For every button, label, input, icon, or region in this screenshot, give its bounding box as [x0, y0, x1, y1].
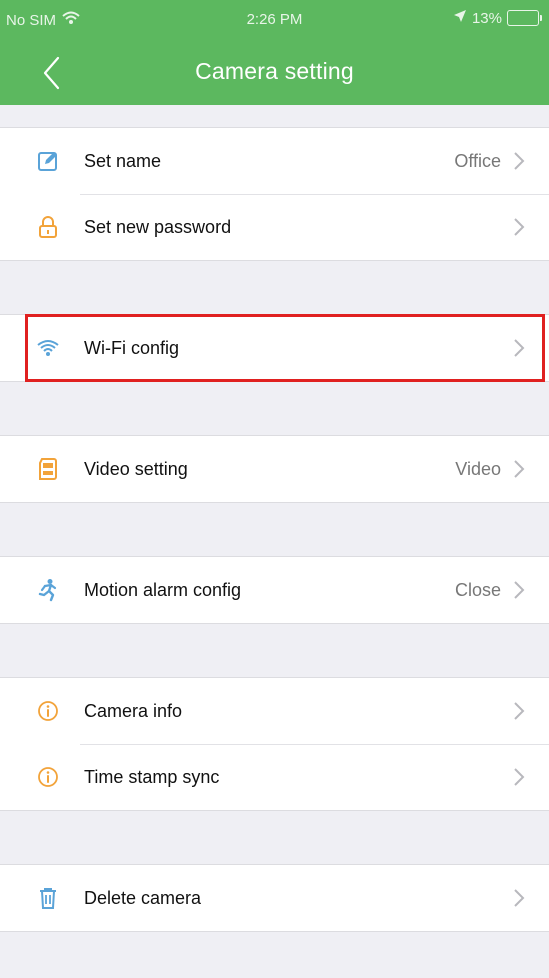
delete-camera-label: Delete camera [84, 887, 202, 908]
motion-alarm-config-value: Close [454, 579, 501, 600]
section-network: Wi-Fi config [0, 314, 549, 382]
page-title: Camera setting [195, 58, 354, 84]
info-icon [34, 697, 62, 725]
set-new-password-label: Set new password [84, 216, 232, 237]
time-stamp-sync-row[interactable]: Time stamp sync [0, 744, 549, 810]
info-icon [34, 763, 62, 791]
set-new-password-row[interactable]: Set new password [0, 194, 549, 260]
edit-icon [34, 147, 62, 175]
battery-icon [507, 10, 542, 26]
delete-camera-row[interactable]: Delete camera [0, 865, 549, 931]
battery-percentage: 13% [471, 9, 502, 27]
chevron-right-icon [514, 768, 525, 786]
section-separator [0, 382, 549, 435]
section-separator [0, 811, 549, 864]
wifi-config-label: Wi-Fi config [84, 337, 180, 358]
status-right: 13% [453, 9, 542, 27]
video-setting-value: Video [455, 458, 501, 479]
section-info: Camera info Time stamp sync [0, 677, 549, 811]
section-alarm: Motion alarm config Close [0, 556, 549, 624]
running-person-icon [34, 576, 62, 604]
set-name-value: Office [454, 150, 501, 171]
wifi-icon [34, 334, 62, 362]
wifi-config-row[interactable]: Wi-Fi config [0, 315, 549, 381]
motion-alarm-config-label: Motion alarm config [84, 579, 242, 600]
section-separator [0, 624, 549, 677]
sd-card-icon [34, 455, 62, 483]
chevron-right-icon [514, 581, 525, 599]
camera-info-row[interactable]: Camera info [0, 678, 549, 744]
section-general: Set name Office Set new password [0, 127, 549, 261]
chevron-right-icon [514, 218, 525, 236]
motion-alarm-config-row[interactable]: Motion alarm config Close [0, 557, 549, 623]
section-video: Video setting Video [0, 435, 549, 503]
section-danger: Delete camera [0, 864, 549, 932]
video-setting-label: Video setting [84, 458, 188, 479]
lock-icon [34, 213, 62, 241]
status-bar: No SIM 2:26 PM 13% [0, 0, 549, 38]
chevron-right-icon [514, 460, 525, 478]
time-stamp-sync-label: Time stamp sync [84, 766, 220, 787]
section-separator [0, 261, 549, 314]
section-separator [0, 503, 549, 556]
set-name-row[interactable]: Set name Office [0, 128, 549, 194]
chevron-right-icon [514, 702, 525, 720]
app-header: No SIM 2:26 PM 13% Camera setting [0, 0, 549, 105]
set-name-label: Set name [84, 150, 162, 171]
trash-icon [34, 884, 62, 912]
video-setting-row[interactable]: Video setting Video [0, 436, 549, 502]
location-arrow-icon [453, 9, 467, 27]
chevron-right-icon [514, 339, 525, 357]
chevron-right-icon [514, 889, 525, 907]
camera-info-label: Camera info [84, 700, 183, 721]
navigation-bar: Camera setting [0, 38, 549, 105]
settings-list: Set name Office Set new password Wi-Fi c… [0, 105, 549, 932]
chevron-right-icon [514, 152, 525, 170]
